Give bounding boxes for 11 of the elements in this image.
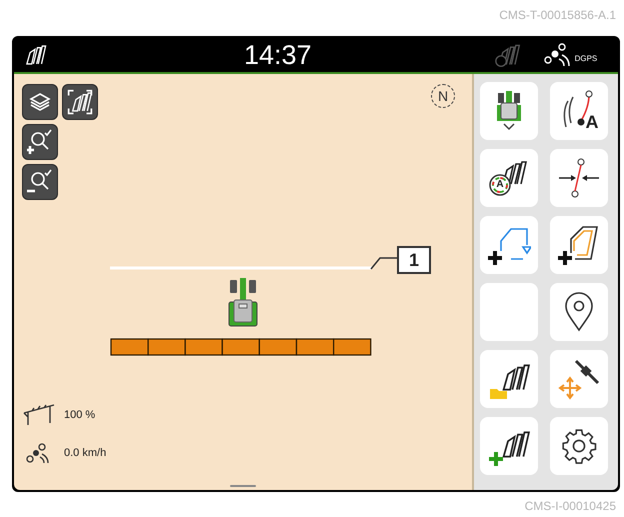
clock: 14:37 [244,38,312,72]
compass: N [431,84,455,108]
gps-label: DGPS [574,53,598,65]
reading-value: 0.0 km/h [64,446,106,461]
document-code: CMS-T-00015856-A.1 [499,7,616,24]
image-code: CMS-I-00010425 [524,498,616,515]
guidance-line-a-button[interactable]: A [550,82,608,140]
callout-label: 1 [397,246,431,274]
track-letter: A [586,111,598,134]
reading-value: 100 % [64,408,96,423]
automatic-guidance-button[interactable]: A [480,149,538,207]
